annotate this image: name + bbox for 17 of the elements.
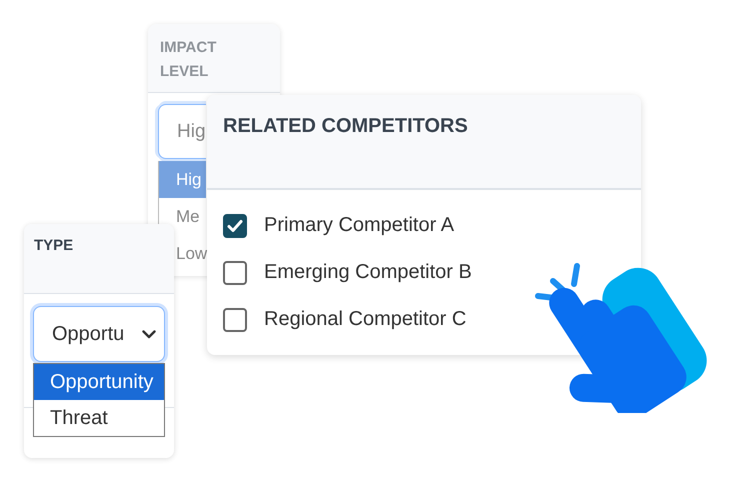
dropdown-option[interactable]: Opportunity [34,364,164,400]
checkbox[interactable] [223,308,247,332]
checkbox-label: Primary Competitor A [264,214,454,237]
column-header: TYPE [34,237,74,254]
dropdown-option[interactable]: Me [159,198,206,235]
checkbox-label: Regional Competitor C [264,308,466,331]
chevron-down-icon [142,330,156,338]
checkmark-icon [227,218,243,232]
impact-select[interactable]: Hig [158,104,206,159]
checkbox[interactable] [223,260,247,284]
dropdown-option[interactable]: Hig [159,161,206,198]
dropdown-option[interactable]: Threat [34,400,164,436]
column-header: IMPACT LEVEL [160,38,218,82]
card-title: RELATED COMPETITORS [223,115,468,137]
checkbox[interactable] [223,214,247,238]
checkbox-label: Emerging Competitor B [264,261,472,284]
type-select[interactable]: Opportu [33,306,165,362]
